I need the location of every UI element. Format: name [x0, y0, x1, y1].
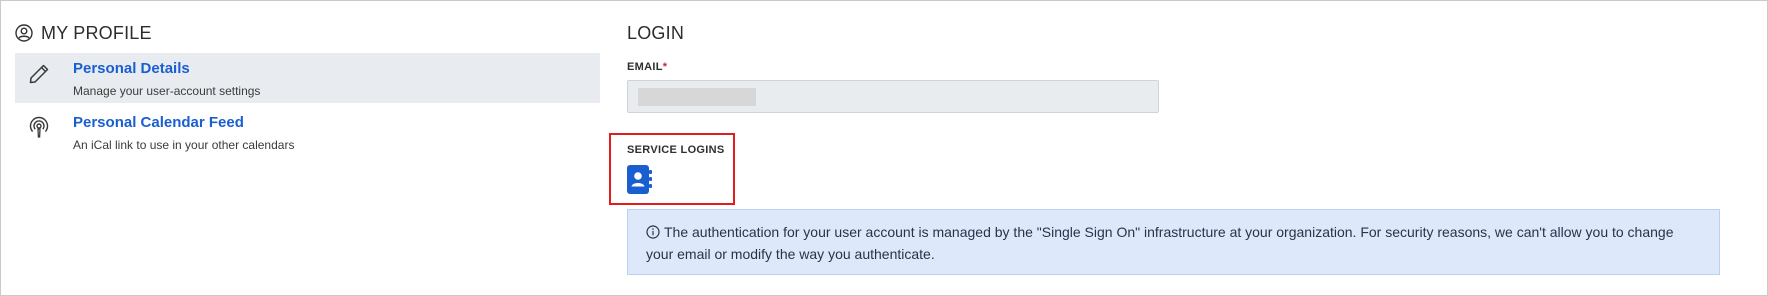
nav-title-personal-details[interactable]: Personal Details: [73, 59, 260, 79]
address-book-icon[interactable]: [627, 165, 653, 194]
profile-sidebar: MY PROFILE Personal Details Manage your …: [15, 19, 600, 157]
podcast-feed-icon: [27, 116, 51, 140]
profile-page: MY PROFILE Personal Details Manage your …: [0, 0, 1768, 296]
section-title-text: MY PROFILE: [41, 22, 152, 43]
nav-item-personal-details[interactable]: Personal Details Manage your user-accoun…: [15, 53, 600, 103]
login-heading: LOGIN: [627, 23, 685, 43]
nav-item-calendar-feed[interactable]: Personal Calendar Feed An iCal link to u…: [15, 107, 600, 157]
nav-desc-calendar-feed: An iCal link to use in your other calend…: [73, 138, 295, 152]
required-mark: *: [662, 61, 668, 73]
sso-info-banner: The authentication for your user account…: [627, 209, 1720, 275]
info-text: The authentication for your user account…: [646, 224, 1674, 262]
email-label-text: EMAIL: [627, 61, 663, 73]
user-circle-icon: [15, 24, 33, 42]
pencil-icon: [27, 62, 51, 86]
email-field[interactable]: [627, 80, 1159, 113]
nav-title-calendar-feed[interactable]: Personal Calendar Feed: [73, 113, 294, 133]
service-logins-label: SERVICE LOGINS: [627, 144, 725, 156]
login-section: LOGIN EMAIL* SERVICE LOGINS The authenti…: [609, 19, 1727, 275]
email-label: EMAIL*: [627, 61, 1727, 73]
nav-desc-personal-details: Manage your user-account settings: [73, 84, 261, 98]
my-profile-heading: MY PROFILE: [15, 19, 600, 47]
redacted-email-value: [638, 88, 756, 106]
info-circle-icon: [646, 223, 660, 239]
